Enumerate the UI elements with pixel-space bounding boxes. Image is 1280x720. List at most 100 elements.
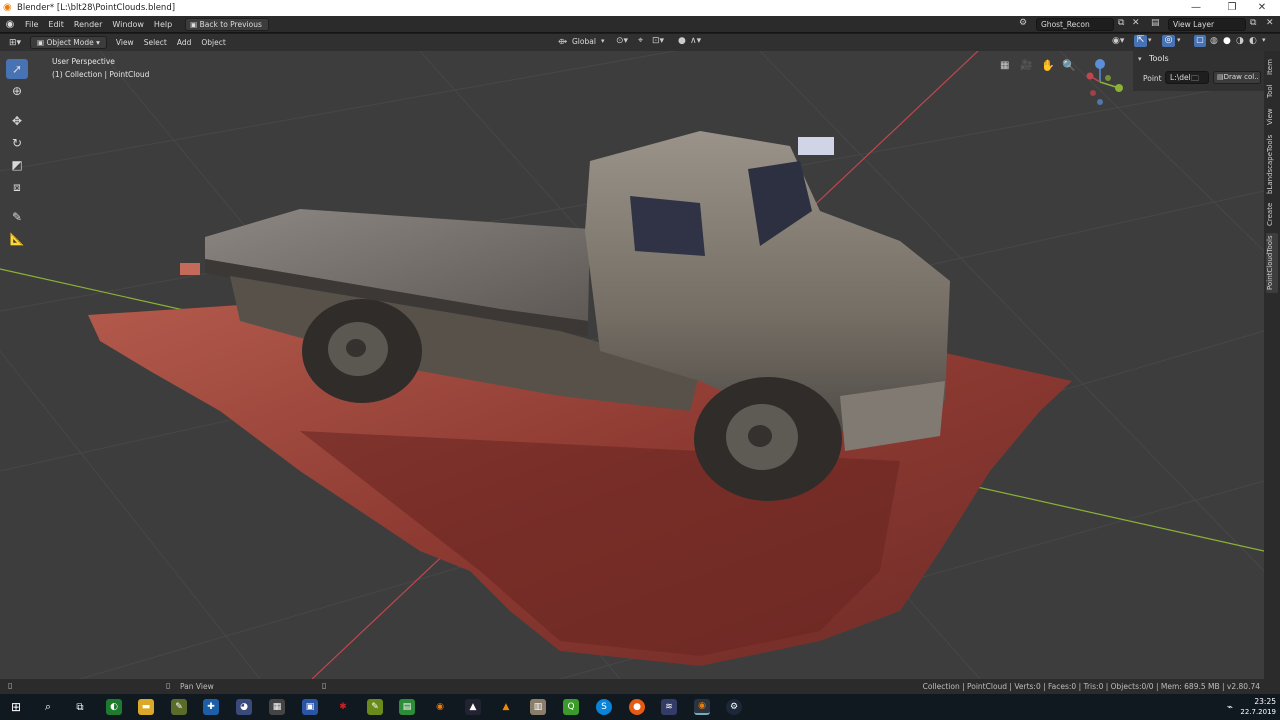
navigation-gizmo[interactable] <box>1082 56 1130 108</box>
new-view-layer-icon[interactable]: ⧉ <box>1250 18 1256 28</box>
tab-tool[interactable]: Tool <box>1266 81 1278 101</box>
app-icon-document[interactable]: ▥ <box>530 699 546 715</box>
window-title: Blender* [L:\blt28\PointClouds.blend] <box>17 3 176 13</box>
point-cloud-fragment <box>180 263 200 275</box>
gizmo-toggle-icon[interactable]: ⇱ <box>1134 35 1147 47</box>
calculator-icon[interactable]: ▦ <box>269 699 285 715</box>
app-icon-blue[interactable]: ✚ <box>203 699 219 715</box>
xray-toggle-icon[interactable]: ▢ <box>1194 35 1206 47</box>
annotate-tool[interactable]: ✎ <box>6 207 28 227</box>
app-icon-green[interactable]: ◐ <box>106 699 122 715</box>
app-icon-olive[interactable]: ✎ <box>367 699 383 715</box>
save-disk-icon[interactable]: ▣ <box>302 699 318 715</box>
solid-shading-icon[interactable]: ● <box>1223 36 1231 46</box>
remove-view-layer-icon[interactable]: ✕ <box>1266 18 1274 28</box>
scale-icon: ◩ <box>11 158 23 172</box>
app-icon-brush[interactable]: ✎ <box>171 699 187 715</box>
menu-select[interactable]: Select <box>139 38 172 47</box>
menu-render[interactable]: Render <box>69 16 107 33</box>
scale-tool[interactable]: ◩ <box>6 155 28 175</box>
clock-date[interactable]: 22.7.2019 <box>1238 708 1276 716</box>
remove-scene-icon[interactable]: ✕ <box>1132 18 1140 28</box>
file-explorer-icon[interactable]: ▬ <box>138 699 154 715</box>
tab-create[interactable]: Create <box>1266 201 1278 227</box>
truck-side-window <box>630 196 705 256</box>
mode-dropdown[interactable]: ▣ Object Mode ▾ <box>30 36 107 49</box>
snap-icon[interactable]: ⌖ <box>638 36 643 46</box>
new-scene-icon[interactable]: ⧉ <box>1118 18 1124 28</box>
draw-color-button[interactable]: ▤Draw col.. <box>1213 71 1261 84</box>
rendered-shading-icon[interactable]: ◐ <box>1249 36 1257 46</box>
menu-edit[interactable]: Edit <box>43 16 69 33</box>
menu-window[interactable]: Window <box>107 16 149 33</box>
visibility-icon[interactable]: ◉▾ <box>1112 36 1124 46</box>
move-tool[interactable]: ✥ <box>6 111 28 131</box>
editor-type-icon[interactable]: ⊞▾ <box>0 38 30 48</box>
blender-menu-icon[interactable]: ◉ <box>0 19 20 30</box>
tab-item[interactable]: Item <box>1266 57 1278 77</box>
point-label: Point <box>1143 74 1162 83</box>
zoom-icon[interactable]: 🔍 <box>1062 59 1076 72</box>
truck-front-wheel <box>694 377 842 501</box>
transform-orientation-dropdown[interactable]: Global <box>572 37 596 46</box>
material-shading-icon[interactable]: ◑ <box>1236 36 1244 46</box>
clock-time[interactable]: 23:25 <box>1246 697 1276 706</box>
menu-file[interactable]: File <box>20 16 43 33</box>
app-icon-wave[interactable]: ≋ <box>661 699 677 715</box>
3d-cursor-icon: ⊕ <box>11 84 23 98</box>
blender-logo-icon: ◉ <box>3 2 12 13</box>
app-icon-spreadsheet[interactable]: ▤ <box>399 699 415 715</box>
app-icon-red[interactable]: ✱ <box>335 699 351 715</box>
network-icon[interactable]: ⌁ <box>1222 699 1238 715</box>
pivot-point-icon[interactable]: ⊙▾ <box>616 36 628 46</box>
pencil-icon: ✎ <box>11 210 23 224</box>
steam-icon[interactable]: ⚙ <box>726 699 742 715</box>
draw-icon: ▤ <box>1217 73 1224 81</box>
blender-active-icon[interactable]: ◉ <box>694 699 710 715</box>
collapse-arrow-icon[interactable]: ▾ <box>1138 55 1142 63</box>
tab-blandscapetools[interactable]: bLandscapeTools <box>1266 133 1278 195</box>
menu-view[interactable]: View <box>111 38 139 47</box>
close-button[interactable]: ✕ <box>1242 0 1280 16</box>
truck-roof-light <box>798 137 834 155</box>
measure-tool[interactable]: 📐 <box>6 229 28 249</box>
tab-view[interactable]: View <box>1266 107 1278 127</box>
back-icon: ▣ <box>190 19 200 29</box>
snap-target-icon[interactable]: ⊡▾ <box>652 36 664 46</box>
falloff-icon[interactable]: ∧▾ <box>690 36 701 46</box>
rotate-tool[interactable]: ↻ <box>6 133 28 153</box>
cursor-tool[interactable]: ⊕ <box>6 81 28 101</box>
3d-viewport[interactable] <box>0 51 1264 679</box>
menu-help[interactable]: Help <box>149 16 177 33</box>
folder-icon[interactable]: 🗀 <box>1191 73 1199 87</box>
select-box-tool[interactable]: ➚ <box>6 59 28 79</box>
skype-icon[interactable]: S <box>596 699 612 715</box>
task-view-icon[interactable]: ⧉ <box>72 699 88 715</box>
chevron-down-icon: ▾ <box>93 38 100 47</box>
menu-add[interactable]: Add <box>172 38 197 47</box>
app-icon-globe[interactable]: ◕ <box>236 699 252 715</box>
proportional-editing-icon[interactable]: ● <box>678 36 686 46</box>
menu-object[interactable]: Object <box>196 38 230 47</box>
blender-app-icon[interactable]: ◉ <box>432 699 448 715</box>
view-layer-field[interactable]: View Layer <box>1168 18 1246 31</box>
toggle-camera-view-icon[interactable]: ▦ <box>1000 60 1009 71</box>
firefox-icon[interactable]: ● <box>629 699 645 715</box>
point-path-field[interactable]: L:\del <box>1165 71 1209 84</box>
windows-start-icon[interactable]: ⊞ <box>8 699 24 715</box>
transform-tool[interactable]: ⧈ <box>6 177 28 197</box>
back-to-previous-button[interactable]: ▣ Back to Previous <box>185 17 269 31</box>
overlays-toggle-icon[interactable]: ◎ <box>1162 35 1175 47</box>
app-icon-terrain[interactable]: ▲ <box>465 699 481 715</box>
search-icon[interactable]: ⌕ <box>40 699 56 715</box>
status-hint: Pan View <box>180 682 214 691</box>
camera-icon[interactable]: 🎥 <box>1020 60 1032 71</box>
scene-field[interactable]: Ghost_Recon <box>1036 18 1114 31</box>
vlc-icon[interactable]: ▲ <box>498 699 514 715</box>
wireframe-shading-icon[interactable]: ◍ <box>1210 36 1218 46</box>
pan-hand-icon[interactable]: ✋ <box>1041 59 1055 72</box>
qgis-icon[interactable]: Q <box>563 699 579 715</box>
minimize-button[interactable]: — <box>1176 0 1216 16</box>
ruler-icon: 📐 <box>9 232 25 246</box>
tab-pointcloudtools[interactable]: PointCloudTools <box>1266 233 1278 293</box>
